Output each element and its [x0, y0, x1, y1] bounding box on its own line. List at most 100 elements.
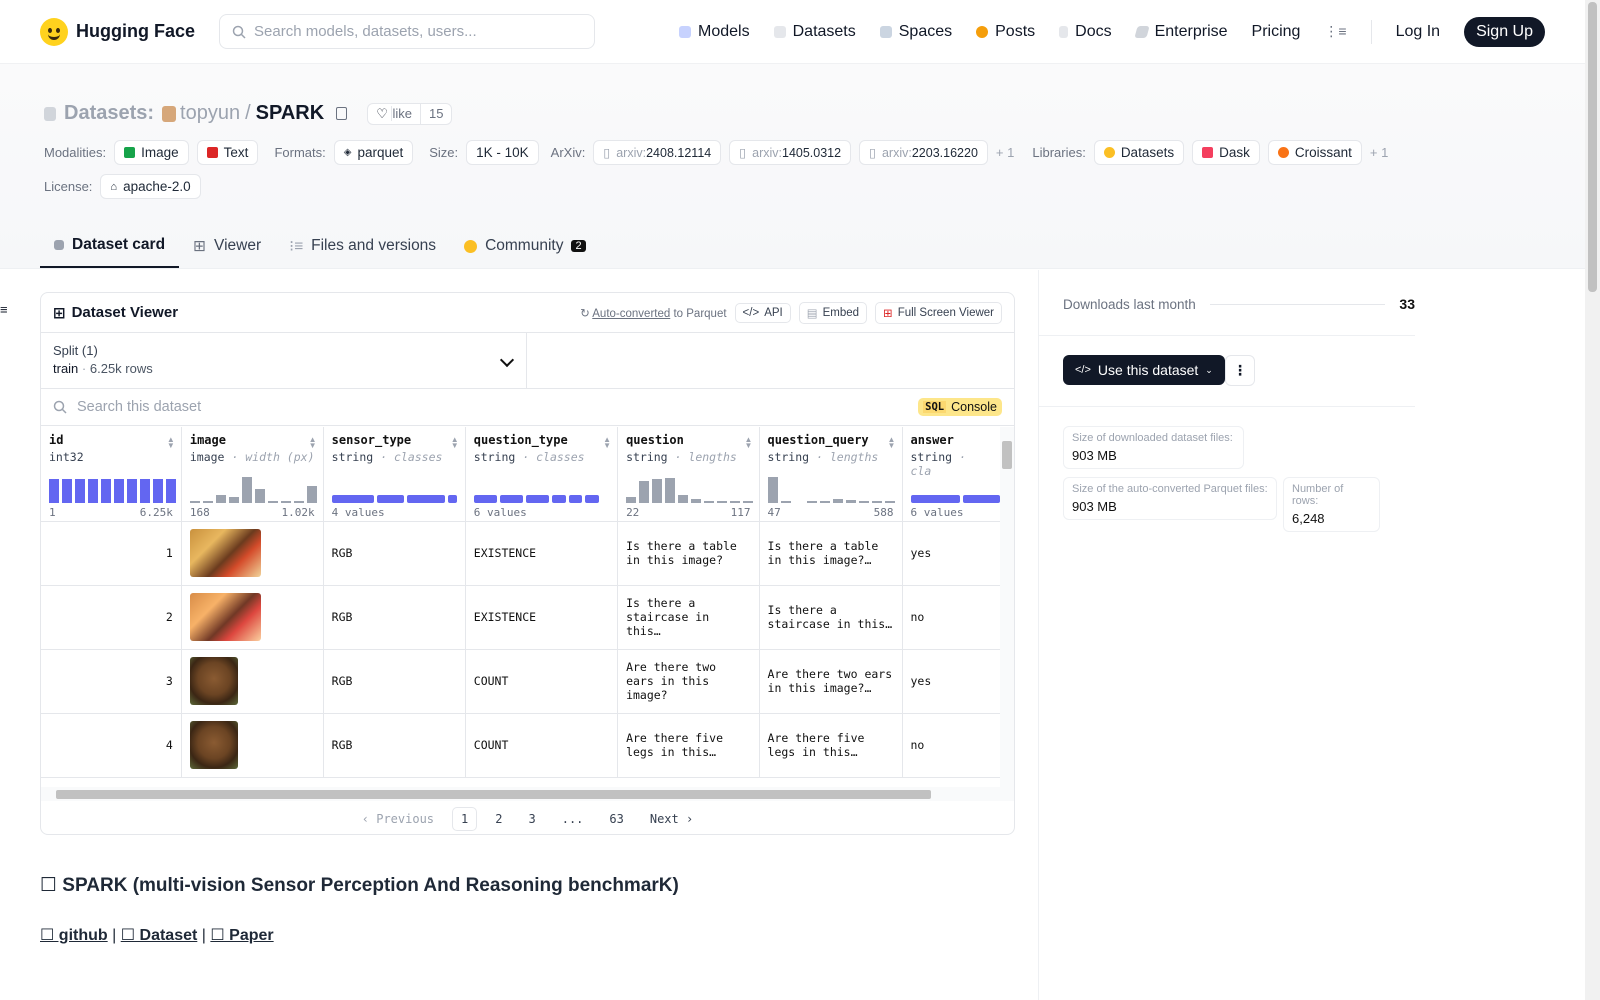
page-3-button[interactable]: 3	[520, 808, 543, 830]
sort-icon[interactable]: ▲ ▼	[167, 436, 175, 450]
logo-link[interactable]: Hugging Face	[40, 17, 195, 46]
size-chip[interactable]: 1K - 10K	[466, 140, 539, 165]
global-search-input[interactable]	[254, 23, 555, 40]
nav-datasets[interactable]: Datasets	[773, 23, 856, 41]
cell-question-type[interactable]: COUNT	[465, 713, 619, 778]
table-row[interactable]: 3 RGB COUNT Are there two ears in this i…	[41, 649, 1001, 714]
cell-question-type[interactable]: EXISTENCE	[465, 585, 619, 650]
signup-button[interactable]: Sign Up	[1464, 16, 1545, 47]
dataset-search-placeholder[interactable]: Search this dataset	[77, 399, 201, 415]
nav-posts[interactable]: Posts	[976, 23, 1035, 41]
cell-question-type[interactable]: COUNT	[465, 649, 619, 714]
nav-models[interactable]: Models	[679, 23, 750, 41]
previous-page-button[interactable]: ‹ Previous	[354, 808, 442, 830]
cell-question-query[interactable]: Is there a staircase in this…	[759, 585, 903, 650]
copy-icon[interactable]	[336, 107, 348, 120]
column-header-sensor-type[interactable]: sensor_type string · classes ▲ ▼ 4 values	[323, 427, 466, 522]
paper-link[interactable]: ☐ Paper	[210, 927, 273, 944]
image-thumbnail[interactable]	[189, 721, 238, 769]
library-datasets-chip[interactable]: Datasets	[1093, 140, 1185, 165]
tab-community[interactable]: Community 2	[450, 224, 600, 268]
cell-image[interactable]	[181, 713, 324, 778]
column-header-image[interactable]: image image · width (px) ▲ ▼ 168 1.02k	[181, 427, 324, 522]
cell-question[interactable]: Are there five legs in this…	[617, 713, 760, 778]
table-row[interactable]: 1 RGB EXISTENCE Is there a table in this…	[41, 521, 1001, 586]
tab-dataset-card[interactable]: Dataset card	[40, 224, 180, 268]
page-63-button[interactable]: 63	[601, 808, 631, 830]
column-header-answer[interactable]: answer string · cla 6 values	[902, 427, 1001, 522]
cell-answer[interactable]: yes	[902, 521, 1001, 586]
like-button[interactable]: ♡ like 15	[367, 102, 453, 125]
dataset-link[interactable]: ☐ Dataset	[121, 927, 198, 944]
nav-docs[interactable]: Docs	[1059, 23, 1112, 41]
cell-id[interactable]: 2	[41, 585, 182, 650]
split-selector[interactable]: Split (1) train · 6.25k rows	[41, 333, 527, 388]
cell-sensor-type[interactable]: RGB	[323, 649, 466, 714]
cell-question-query[interactable]: Is there a table in this image?…	[759, 521, 903, 586]
sort-icon[interactable]: ▲ ▼	[888, 436, 896, 450]
dataset-search[interactable]: Search this dataset SQL Console	[41, 389, 1014, 426]
arxiv-chip-3[interactable]: ▯ arxiv: 2203.16220	[859, 140, 988, 165]
grid-vertical-scrollbar[interactable]	[1000, 427, 1014, 789]
license-chip[interactable]: ⌂ apache-2.0	[100, 174, 201, 199]
column-header-question[interactable]: question string · lengths ▲ ▼ 22 117	[617, 427, 760, 522]
tab-files[interactable]: ⁝≡ Files and versions	[275, 224, 450, 268]
cell-question[interactable]: Are there two ears in this image?	[617, 649, 760, 714]
api-button[interactable]: </> API	[734, 302, 791, 323]
auto-converted-link[interactable]: Auto-converted	[592, 308, 670, 320]
full-screen-viewer-button[interactable]: ⊞ Full Screen Viewer	[875, 301, 1002, 324]
cell-sensor-type[interactable]: RGB	[323, 713, 466, 778]
cell-id[interactable]: 1	[41, 521, 182, 586]
sort-icon[interactable]: ▲ ▼	[603, 436, 611, 450]
table-row[interactable]: 4 RGB COUNT Are there five legs in this……	[41, 713, 1001, 778]
arxiv-chip-2[interactable]: ▯ arxiv: 1405.0312	[729, 140, 852, 165]
cell-answer[interactable]: no	[902, 585, 1001, 650]
modality-image-chip[interactable]: Image	[114, 140, 189, 165]
cell-question-query[interactable]: Are there two ears in this image?…	[759, 649, 903, 714]
table-row[interactable]: 2 RGB EXISTENCE Is there a staircase in …	[41, 585, 1001, 650]
cell-id[interactable]: 3	[41, 649, 182, 714]
column-header-id[interactable]: id int32 ▲ ▼ 1 6.25k	[41, 427, 182, 522]
image-thumbnail[interactable]	[189, 593, 261, 641]
github-link[interactable]: ☐ github	[40, 927, 108, 944]
side-menu-toggle-icon[interactable]: ≡	[0, 302, 8, 317]
sort-icon[interactable]: ▲ ▼	[745, 436, 753, 450]
cell-sensor-type[interactable]: RGB	[323, 521, 466, 586]
more-menu-icon[interactable]: ⋮≡	[1324, 23, 1346, 40]
cell-image[interactable]	[181, 585, 324, 650]
column-header-question-type[interactable]: question_type string · classes ▲ ▼ 6 valu…	[465, 427, 619, 522]
libraries-more[interactable]: + 1	[1370, 145, 1388, 160]
next-page-button[interactable]: Next ›	[642, 808, 701, 830]
cell-image[interactable]	[181, 521, 324, 586]
cell-answer[interactable]: yes	[902, 649, 1001, 714]
sql-console-button[interactable]: SQL Console	[918, 398, 1002, 416]
tab-viewer[interactable]: ⊞ Viewer	[179, 224, 275, 268]
format-parquet-chip[interactable]: ◈ parquet	[333, 140, 414, 165]
nav-pricing[interactable]: Pricing	[1252, 23, 1301, 41]
cell-question[interactable]: Is there a staircase in this…	[617, 585, 760, 650]
grid-horizontal-scrollbar[interactable]	[41, 787, 1014, 801]
nav-enterprise[interactable]: Enterprise	[1133, 23, 1228, 41]
image-thumbnail[interactable]	[189, 529, 261, 577]
global-search[interactable]	[219, 14, 596, 49]
repo-name-link[interactable]: SPARK	[256, 102, 325, 125]
login-link[interactable]: Log In	[1396, 23, 1440, 41]
page-1-button[interactable]: 1	[452, 807, 478, 831]
page-scrollbar[interactable]	[1585, 0, 1600, 1000]
cell-image[interactable]	[181, 649, 324, 714]
nav-spaces[interactable]: Spaces	[879, 23, 952, 41]
image-thumbnail[interactable]	[189, 657, 238, 705]
sort-icon[interactable]: ▲ ▼	[309, 436, 317, 450]
sort-icon[interactable]: ▲ ▼	[451, 436, 459, 450]
arxiv-chip-1[interactable]: ▯ arxiv: 2408.12114	[593, 140, 722, 165]
page-2-button[interactable]: 2	[487, 808, 510, 830]
library-dask-chip[interactable]: Dask	[1192, 140, 1260, 165]
cell-question-type[interactable]: EXISTENCE	[465, 521, 619, 586]
cell-sensor-type[interactable]: RGB	[323, 585, 466, 650]
cell-id[interactable]: 4	[41, 713, 182, 778]
embed-button[interactable]: ▤ Embed	[798, 301, 868, 324]
modality-text-chip[interactable]: Text	[196, 140, 259, 165]
more-options-button[interactable]: ⋮	[1225, 355, 1255, 386]
arxiv-more[interactable]: + 1	[996, 145, 1014, 160]
column-header-question-query[interactable]: question_query string · lengths ▲ ▼ 47 588	[759, 427, 903, 522]
